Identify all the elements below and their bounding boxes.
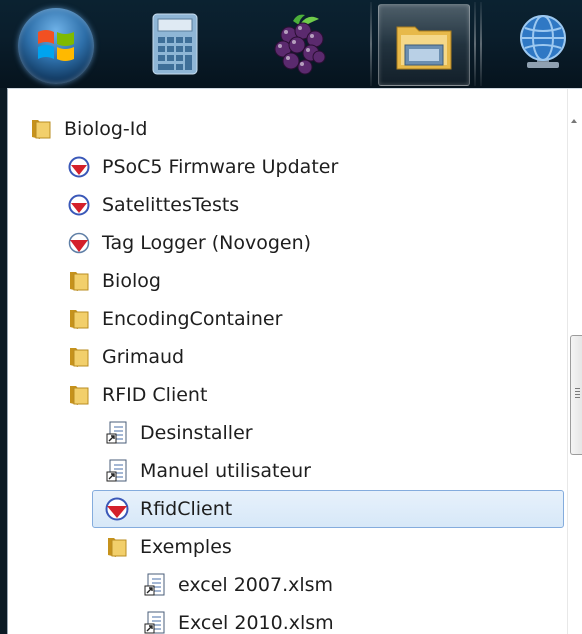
- menu-item-shortcut[interactable]: excel 2007.xlsm: [142, 566, 333, 604]
- network-globe-icon: [520, 15, 566, 68]
- menu-item-shortcut[interactable]: Desinstaller: [104, 414, 253, 452]
- taskbar-raspberry-button[interactable]: [255, 4, 345, 84]
- menu-item-label: Excel 2010.xlsm: [178, 612, 334, 634]
- shortcut-document-icon: [104, 420, 130, 446]
- menu-item-label: Tag Logger (Novogen): [102, 232, 312, 254]
- screen: Biolog-Id PSoC5 Firmware Updater Satelit…: [0, 0, 582, 634]
- shortcut-document-icon: [142, 610, 168, 634]
- start-button[interactable]: [18, 8, 94, 84]
- taskbar: [0, 0, 582, 89]
- menu-item-label: EncodingContainer: [102, 308, 283, 330]
- scrollbar-thumb[interactable]: [570, 335, 582, 455]
- menu-item-shortcut[interactable]: Excel 2010.xlsm: [142, 604, 334, 634]
- scroll-up-arrow-icon[interactable]: [571, 119, 577, 123]
- vertical-scrollbar[interactable]: [567, 89, 582, 634]
- windows-logo-icon: [38, 30, 74, 61]
- menu-item-label: Exemples: [140, 536, 232, 558]
- menu-item-folder[interactable]: Grimaud: [66, 338, 184, 376]
- menu-item-label: Desinstaller: [140, 422, 253, 444]
- menu-item-folder[interactable]: Exemples: [104, 528, 232, 566]
- menu-item-program[interactable]: Tag Logger (Novogen): [66, 224, 311, 262]
- programs-menu: Biolog-Id PSoC5 Firmware Updater Satelit…: [7, 88, 582, 634]
- app-arrow-icon: [66, 154, 92, 180]
- taskbar-separator: [370, 2, 372, 86]
- menu-item-program[interactable]: SatelittesTests: [66, 186, 239, 224]
- menu-item-label: Biolog-Id: [64, 118, 148, 140]
- taskbar-explorer-button[interactable]: [378, 4, 470, 86]
- menu-item-label: Grimaud: [102, 346, 185, 368]
- menu-item-label: excel 2007.xlsm: [178, 574, 334, 596]
- taskbar-separator: [480, 2, 482, 86]
- menu-item-folder[interactable]: Biolog: [66, 262, 161, 300]
- folder-icon: [28, 116, 54, 142]
- app-arrow-icon: [66, 230, 92, 256]
- app-arrow-icon: [66, 192, 92, 218]
- taskbar-network-button[interactable]: [496, 4, 582, 84]
- menu-item-folder[interactable]: RFID Client: [66, 376, 207, 414]
- menu-item-program[interactable]: PSoC5 Firmware Updater: [66, 148, 338, 186]
- shortcut-document-icon: [104, 458, 130, 484]
- menu-item-label: Manuel utilisateur: [140, 460, 311, 482]
- window-edge: [0, 88, 7, 634]
- folder-icon: [66, 306, 92, 332]
- menu-item-label: SatelittesTests: [102, 194, 240, 216]
- raspberry-icon: [274, 14, 326, 75]
- menu-item-label: RFID Client: [102, 384, 208, 406]
- menu-item-folder[interactable]: Biolog-Id: [28, 110, 147, 148]
- menu-item-label: RfidClient: [140, 498, 233, 520]
- folder-icon: [104, 534, 130, 560]
- taskbar-separator: [474, 2, 476, 86]
- menu-item-shortcut[interactable]: Manuel utilisateur: [104, 452, 311, 490]
- app-arrow-icon: [104, 496, 130, 522]
- folder-icon: [66, 382, 92, 408]
- menu-item-folder[interactable]: EncodingContainer: [66, 300, 282, 338]
- menu-item-label: Biolog: [102, 270, 161, 292]
- taskbar-calculator-button[interactable]: [130, 4, 220, 84]
- shortcut-document-icon: [142, 572, 168, 598]
- menu-item-program-selected[interactable]: RfidClient: [92, 490, 564, 528]
- menu-item-label: PSoC5 Firmware Updater: [102, 156, 339, 178]
- grip-icon: [575, 388, 580, 400]
- file-explorer-icon: [396, 26, 452, 70]
- folder-icon: [66, 344, 92, 370]
- calculator-icon: [152, 13, 198, 75]
- folder-icon: [66, 268, 92, 294]
